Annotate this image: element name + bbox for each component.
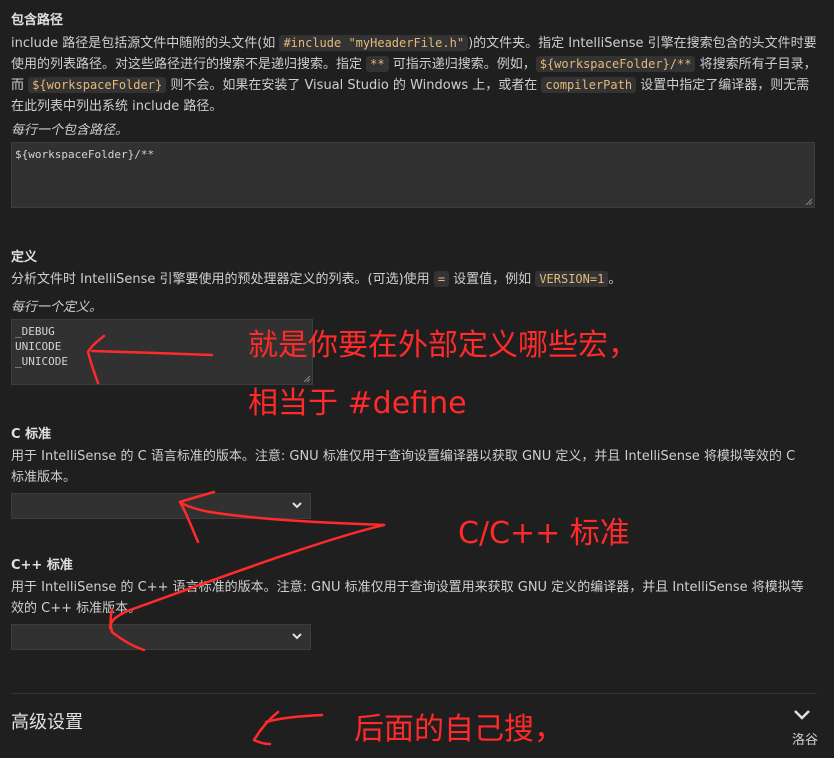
desc-text: 可指示递归搜索。例如， bbox=[388, 57, 536, 72]
annotation-text-macros: 就是你要在外部定义哪些宏， bbox=[248, 328, 638, 363]
cpp-standard-title: C++ 标准 bbox=[11, 558, 73, 573]
code-snippet: ${workspaceFolder} bbox=[28, 77, 167, 93]
desc-text: include 路径是包括源文件中随附的头文件(如 bbox=[11, 36, 280, 51]
code-snippet: = bbox=[433, 271, 450, 287]
c-standard-description: 用于 IntelliSense 的 C 语言标准的版本。注意: GNU 标准仅用… bbox=[11, 449, 796, 485]
advanced-settings-header[interactable]: 高级设置 bbox=[11, 708, 83, 734]
annotation-text-standards: C/C++ 标准 bbox=[458, 516, 630, 551]
c-standard-title: C 标准 bbox=[11, 427, 52, 442]
desc-text: 。 bbox=[608, 272, 622, 287]
include-path-textarea[interactable]: ${workspaceFolder}/** bbox=[11, 142, 815, 208]
include-path-description: include 路径是包括源文件中随附的头文件(如 #include "myHe… bbox=[11, 33, 817, 117]
defines-section: 定义 分析文件时 IntelliSense 引擎要使用的预处理器定义的列表。(可… bbox=[11, 249, 817, 290]
include-path-section: 包含路径 include 路径是包括源文件中随附的头文件(如 #include … bbox=[11, 12, 817, 117]
cpp-standard-description: 用于 IntelliSense 的 C++ 语言标准的版本。注意: GNU 标准… bbox=[11, 580, 804, 616]
desc-text: 设置值，例如 bbox=[449, 272, 536, 287]
defines-title: 定义 bbox=[11, 250, 38, 265]
code-snippet: ${workspaceFolder}/** bbox=[535, 56, 696, 72]
annotation-arrow-head bbox=[252, 710, 280, 746]
section-divider bbox=[11, 693, 817, 694]
chevron-down-icon bbox=[292, 633, 302, 640]
c-standard-select[interactable] bbox=[11, 493, 311, 519]
code-snippet: #include "myHeaderFile.h" bbox=[279, 35, 469, 51]
watermark: 洛谷 bbox=[792, 733, 819, 748]
desc-text: 分析文件时 IntelliSense 引擎要使用的预处理器定义的列表。(可选)使… bbox=[11, 272, 434, 287]
include-path-title: 包含路径 bbox=[11, 13, 64, 28]
annotation-text-define: 相当于 #define bbox=[248, 386, 467, 421]
expand-chevron-icon[interactable] bbox=[792, 708, 812, 722]
c-standard-section: C 标准 用于 IntelliSense 的 C 语言标准的版本。注意: GNU… bbox=[11, 426, 817, 488]
include-path-line: ${workspaceFolder}/** bbox=[15, 148, 155, 161]
chevron-down-icon bbox=[292, 502, 302, 509]
resize-grip-icon[interactable] bbox=[804, 197, 812, 205]
code-snippet: ** bbox=[366, 56, 389, 72]
annotation-arrow bbox=[264, 713, 324, 724]
code-snippet: compilerPath bbox=[541, 77, 637, 93]
defines-description: 分析文件时 IntelliSense 引擎要使用的预处理器定义的列表。(可选)使… bbox=[11, 269, 817, 290]
code-snippet: VERSION=1 bbox=[535, 271, 609, 287]
cpp-standard-select[interactable] bbox=[11, 624, 311, 650]
defines-hint: 每行一个定义。 bbox=[11, 300, 103, 315]
annotation-text-search: 后面的自己搜， bbox=[354, 712, 564, 747]
desc-text: 则不会。如果在安装了 Visual Studio 的 Windows 上，或者在 bbox=[166, 78, 542, 93]
include-path-hint: 每行一个包含路径。 bbox=[11, 123, 129, 138]
cpp-standard-section: C++ 标准 用于 IntelliSense 的 C++ 语言标准的版本。注意:… bbox=[11, 557, 817, 619]
